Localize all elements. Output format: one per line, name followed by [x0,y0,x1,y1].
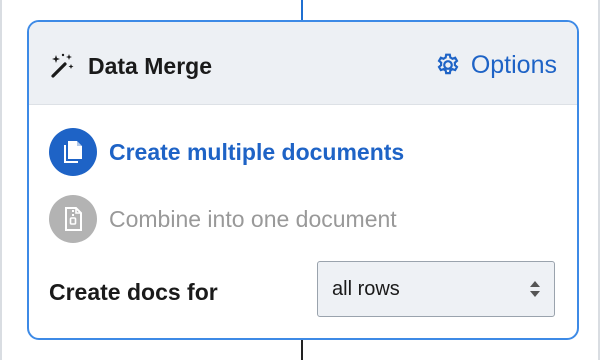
bottom-connector-line [301,338,303,360]
zip-file-icon [49,195,97,243]
rows-select[interactable]: all rows [317,261,555,317]
panel-title: Data Merge [88,53,212,79]
rows-select-value: all rows [332,278,400,300]
combine-into-one-document-label: Combine into one document [109,206,397,232]
create-multiple-documents-option[interactable]: Create multiple documents [49,128,404,176]
combine-into-one-document-option[interactable]: Combine into one document [49,195,397,243]
top-connector-line [301,0,303,20]
data-merge-card: Data Merge Options Create multiple docum… [27,20,579,340]
canvas: Data Merge Options Create multiple docum… [0,0,600,360]
gear-icon [437,53,459,75]
left-divider [0,0,2,360]
options-button[interactable]: Options [435,50,557,80]
card-header: Data Merge Options [29,22,577,105]
create-docs-for-label: Create docs for [49,279,218,305]
copy-documents-icon [49,128,97,176]
updown-chevron-icon [530,281,540,297]
magic-wand-icon [51,53,74,78]
create-multiple-documents-label: Create multiple documents [109,139,405,165]
options-label: Options [470,51,557,79]
